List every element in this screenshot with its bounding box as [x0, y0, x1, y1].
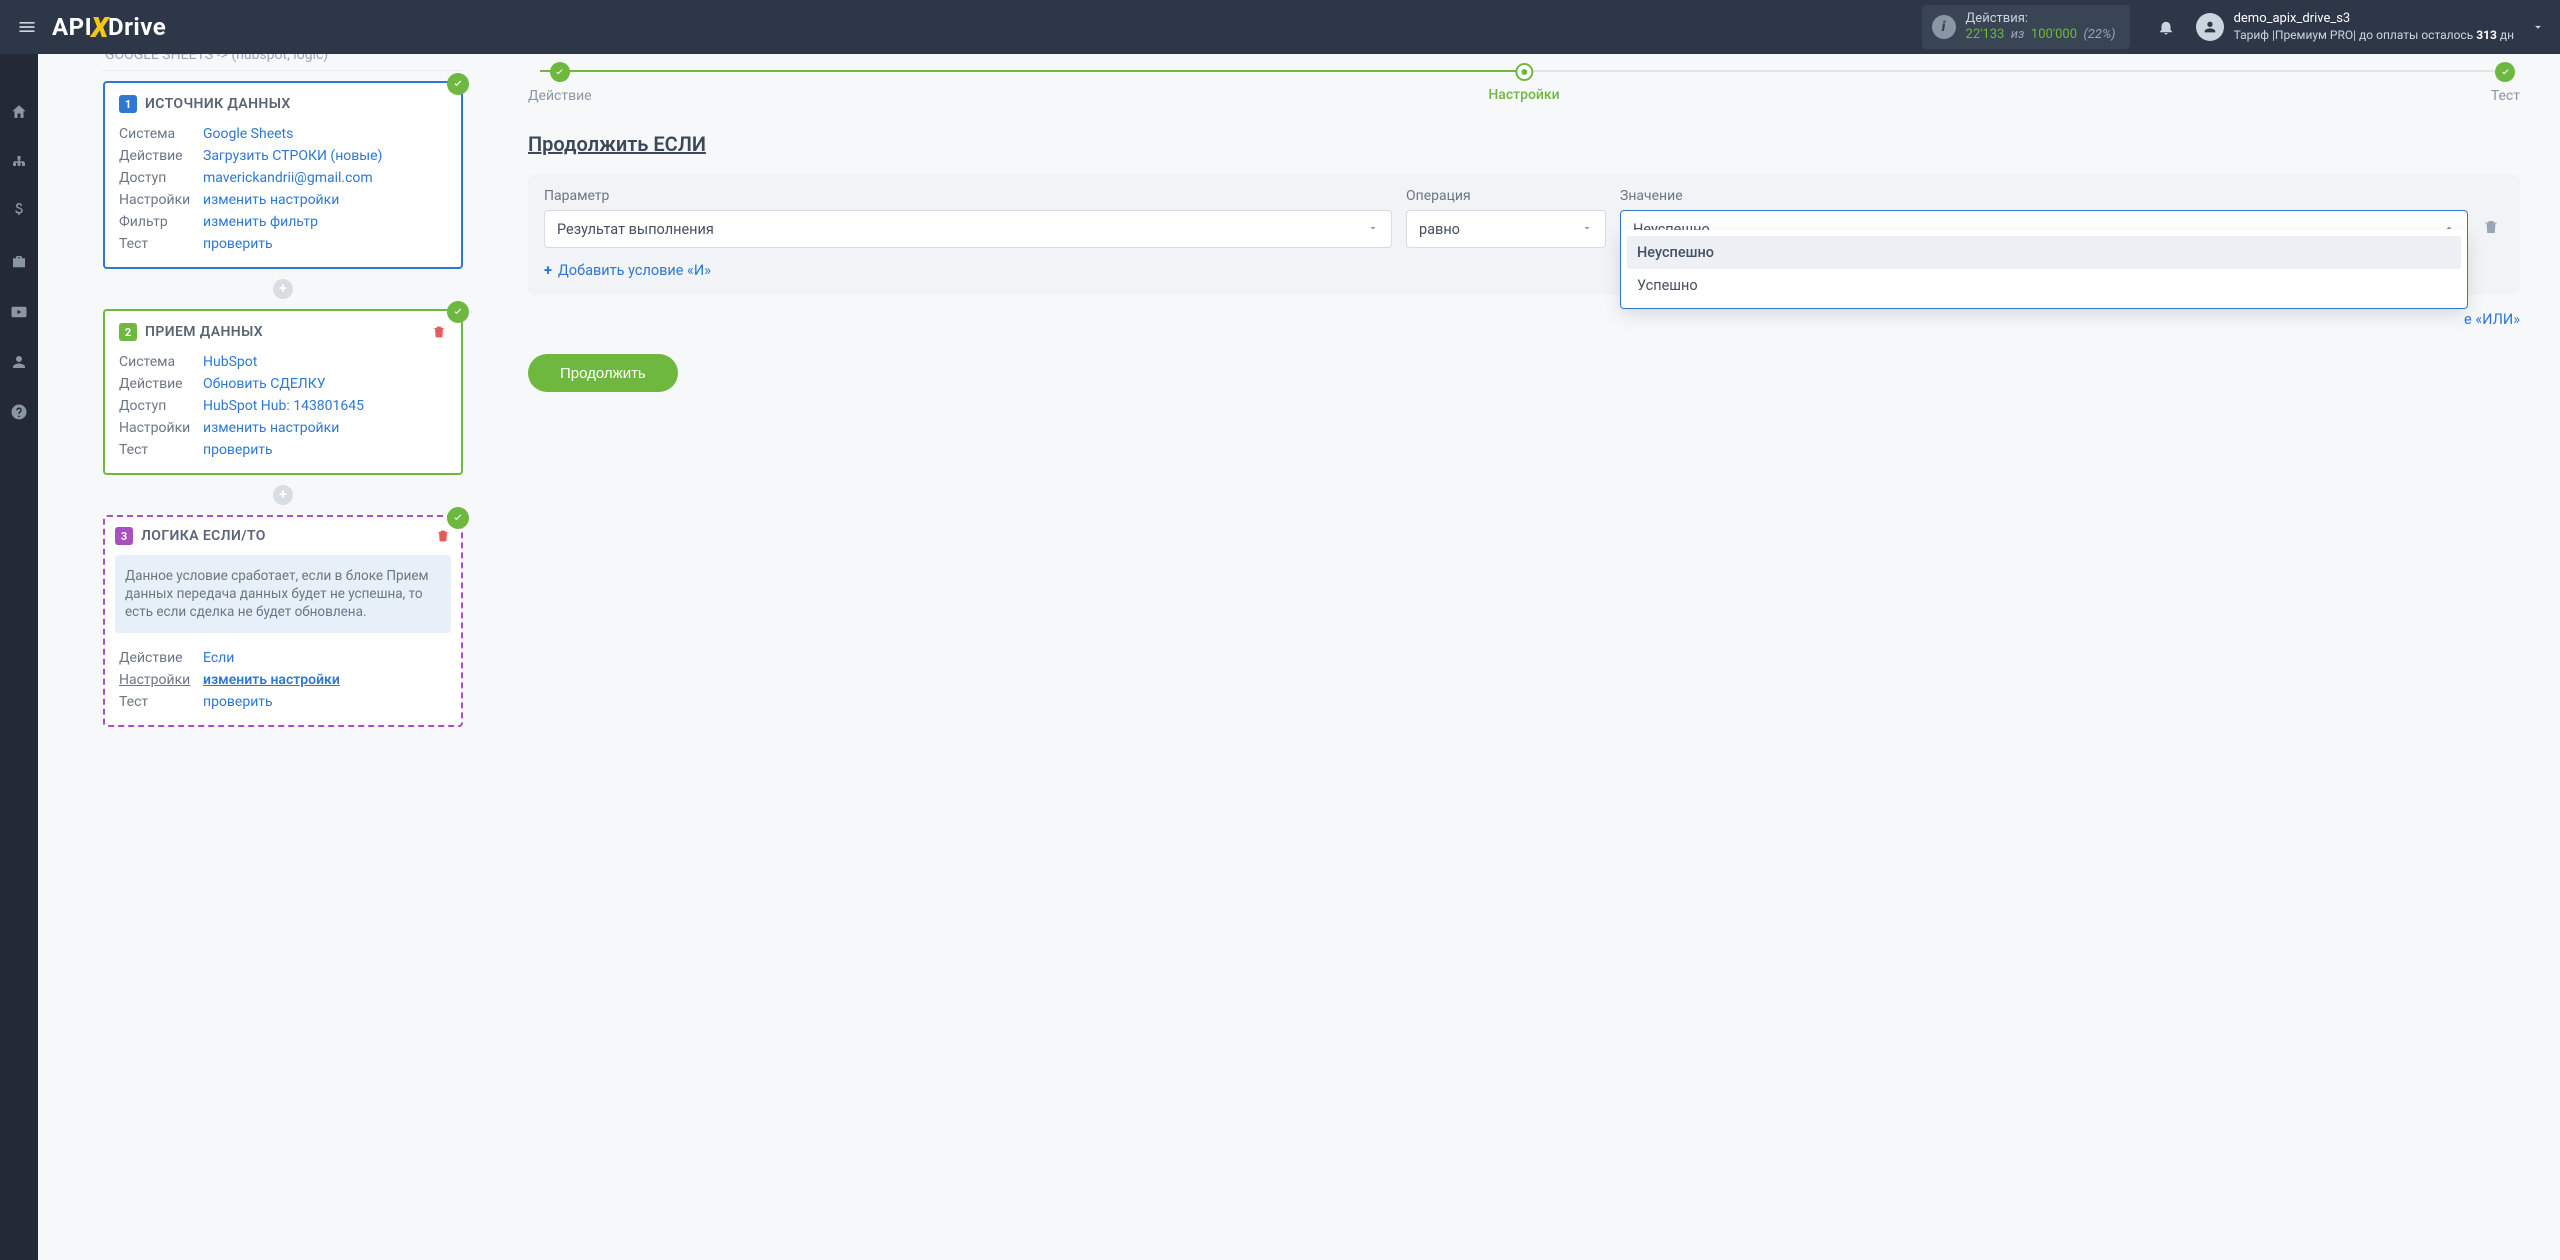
source-system[interactable]: Google Sheets: [203, 123, 293, 145]
delete-logic-icon[interactable]: [435, 528, 451, 544]
param-select[interactable]: Результат выполнения: [544, 210, 1392, 248]
logic-settings[interactable]: изменить настройки: [203, 669, 340, 691]
op-select[interactable]: равно: [1406, 210, 1606, 248]
nav-help-icon[interactable]: [0, 398, 38, 426]
card-destination: 2 ПРИЕМ ДАННЫХ СистемаHubSpot ДействиеОб…: [103, 309, 463, 475]
check-badge-icon: [447, 73, 469, 95]
dest-action[interactable]: Обновить СДЕЛКУ: [203, 373, 326, 395]
val-dropdown: Неуспешно Успешно: [1620, 230, 2468, 309]
val-label: Значение: [1620, 188, 2468, 204]
dropdown-option[interactable]: Успешно: [1627, 269, 2461, 302]
avatar[interactable]: [2196, 13, 2224, 41]
dest-test[interactable]: проверить: [203, 439, 273, 461]
dest-system[interactable]: HubSpot: [203, 351, 257, 373]
chevron-down-icon: [1581, 221, 1593, 238]
step-settings[interactable]: Настройки: [1488, 63, 1559, 103]
chevron-down-icon: [1367, 221, 1379, 238]
step-action[interactable]: Действие: [528, 62, 592, 104]
user-name: demo_apix_drive_s3: [2234, 11, 2514, 27]
check-badge-icon: [447, 301, 469, 323]
nav-account-icon[interactable]: [0, 348, 38, 376]
add-and-condition[interactable]: +Добавить условие «И»: [544, 262, 711, 279]
source-access[interactable]: maverickandrii@gmail.com: [203, 167, 373, 189]
logo-drive: Drive: [108, 13, 166, 41]
section-title: Продолжить ЕСЛИ: [528, 132, 2520, 156]
notifications-icon[interactable]: [2148, 18, 2184, 36]
dest-settings[interactable]: изменить настройки: [203, 417, 339, 439]
source-test[interactable]: проверить: [203, 233, 273, 255]
logic-test[interactable]: проверить: [203, 691, 273, 713]
card-logic: 3 ЛОГИКА ЕСЛИ/ТО Данное условие сработае…: [103, 515, 463, 727]
logo[interactable]: API X Drive: [52, 11, 166, 44]
dropdown-option[interactable]: Неуспешно: [1627, 236, 2461, 269]
dest-access[interactable]: HubSpot Hub: 143801645: [203, 395, 364, 417]
card-source-rows: СистемаGoogle Sheets ДействиеЗагрузить С…: [119, 123, 447, 255]
source-filter[interactable]: изменить фильтр: [203, 211, 318, 233]
card-destination-title: ПРИЕМ ДАННЫХ: [145, 324, 263, 340]
card-logic-title: ЛОГИКА ЕСЛИ/ТО: [141, 528, 266, 544]
continue-button[interactable]: Продолжить: [528, 354, 678, 392]
user-tariff: Тариф |Премиум PRO| до оплаты осталось 3…: [2234, 27, 2514, 43]
info-icon: i: [1932, 15, 1956, 39]
nav-connections-icon[interactable]: [0, 148, 38, 176]
add-step-button[interactable]: +: [273, 279, 293, 299]
logo-x: X: [91, 11, 109, 44]
user-block[interactable]: demo_apix_drive_s3 Тариф |Премиум PRO| д…: [2234, 11, 2514, 43]
delete-destination-icon[interactable]: [431, 324, 447, 340]
card-source-title: ИСТОЧНИК ДАННЫХ: [145, 96, 291, 112]
logo-api: API: [52, 13, 92, 41]
source-action[interactable]: Загрузить СТРОКИ (новые): [203, 145, 382, 167]
actions-title: Действия:: [1966, 11, 2116, 27]
card-source: 1 ИСТОЧНИК ДАННЫХ СистемаGoogle Sheets Д…: [103, 81, 463, 269]
actions-numbers: 22'133 из 100'000 (22%): [1966, 27, 2116, 43]
step-number-1: 1: [119, 95, 137, 113]
user-menu-toggle[interactable]: [2524, 20, 2552, 34]
menu-toggle[interactable]: [8, 0, 46, 54]
logic-banner: Данное условие сработает, если в блоке П…: [115, 555, 451, 633]
actions-counter[interactable]: i Действия: 22'133 из 100'000 (22%): [1922, 5, 2130, 49]
nav-video-icon[interactable]: [0, 298, 38, 326]
side-nav: [0, 54, 38, 1260]
logic-action[interactable]: Если: [203, 647, 234, 669]
nav-billing-icon[interactable]: [0, 198, 38, 226]
nav-briefcase-icon[interactable]: [0, 248, 38, 276]
add-step-button[interactable]: +: [273, 485, 293, 505]
topbar: API X Drive i Действия: 22'133 из 100'00…: [0, 0, 2560, 54]
stepper: Действие Настройки Тест: [528, 62, 2520, 104]
nav-home-icon[interactable]: [0, 98, 38, 126]
step-number-2: 2: [119, 323, 137, 341]
check-badge-icon: [447, 507, 469, 529]
delete-condition-icon[interactable]: [2482, 218, 2504, 240]
param-label: Параметр: [544, 188, 1392, 204]
step-number-3: 3: [115, 527, 133, 545]
filter-block: Параметр Результат выполнения Операция р…: [528, 174, 2520, 295]
breadcrumb: GOOGLE SHEETS -> (hubspot, logic): [103, 54, 463, 67]
source-settings[interactable]: изменить настройки: [203, 189, 339, 211]
op-label: Операция: [1406, 188, 1606, 204]
add-or-condition[interactable]: е «ИЛИ»: [528, 311, 2520, 328]
step-test[interactable]: Тест: [2491, 62, 2520, 104]
